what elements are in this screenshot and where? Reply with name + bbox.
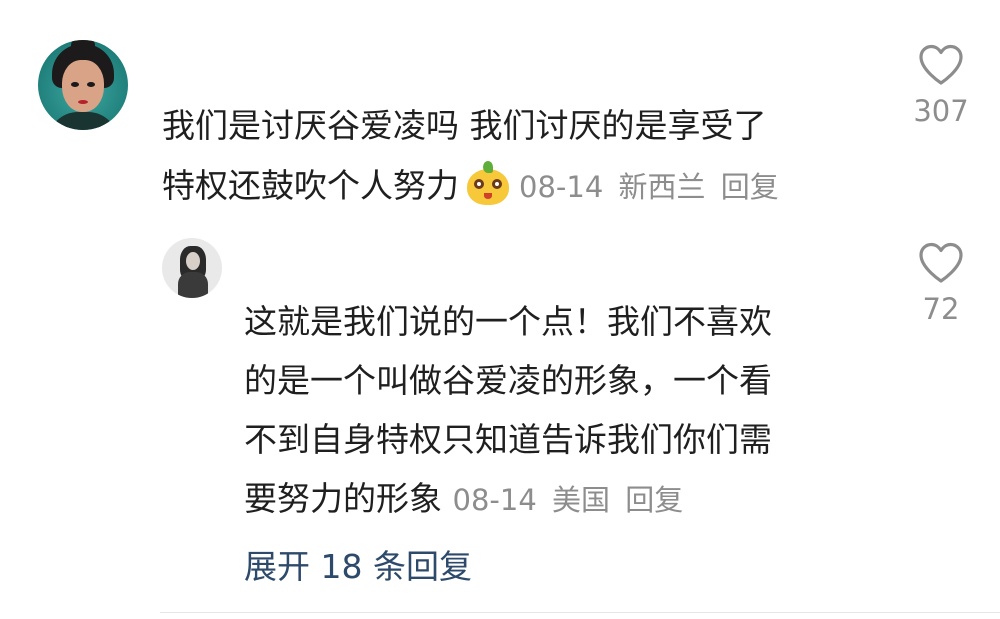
comment-reply-button[interactable]: 回复 [721,170,779,204]
comment-meta: 08-14 新西兰 回复 [519,170,785,204]
heart-outline-icon[interactable] [918,242,964,284]
comment-text-line: 我们是讨厌谷爱凌吗 我们讨厌的是享受了 [162,106,767,145]
reply-body: 这就是我们说的一个点！我们不喜欢 的是一个叫做谷爱凌的形象，一个看 不到自身特权… [244,292,864,530]
heart-outline-icon[interactable] [918,44,964,86]
reply-text-line: 这就是我们说的一个点！我们不喜欢 [244,302,772,341]
reply-like[interactable]: 72 [901,242,981,326]
comment-like[interactable]: 307 [901,44,981,128]
comment-thread: 我们是讨厌谷爱凌吗 我们讨厌的是享受了 特权还鼓吹个人努力 08-14 新西兰 回… [0,0,1000,619]
reply-text-line: 的是一个叫做谷爱凌的形象，一个看 [244,361,772,400]
reply-text-line-4: 要努力的形象 [244,479,442,518]
replier-avatar[interactable] [162,238,222,298]
comment-location: 新西兰 [618,170,706,204]
reply-like-count: 72 [922,292,960,326]
comment-body: 我们是讨厌谷爱凌吗 我们讨厌的是享受了 特权还鼓吹个人努力 08-14 新西兰 回… [162,96,862,217]
reply-location: 美国 [552,483,611,517]
comment-date: 08-14 [519,170,604,204]
reply-reply-button[interactable]: 回复 [625,483,683,517]
commenter-avatar[interactable] [38,40,128,130]
reply-text-line: 要努力的形象 08-14 美国 回复 [244,469,864,530]
comment-text-line: 特权还鼓吹个人努力 08-14 新西兰 回复 [162,156,862,217]
reply-text-line: 不到自身特权只知道告诉我们你们需 [244,420,772,459]
yellow-face-emoji-icon [465,161,511,205]
comment-like-count: 307 [913,94,969,128]
divider [160,612,1000,613]
expand-replies-button[interactable]: 展开 18 条回复 [244,540,472,588]
comment-text-line-2: 特权还鼓吹个人努力 [162,166,459,205]
reply-meta: 08-14 美国 回复 [453,483,690,517]
reply-date: 08-14 [452,483,537,517]
